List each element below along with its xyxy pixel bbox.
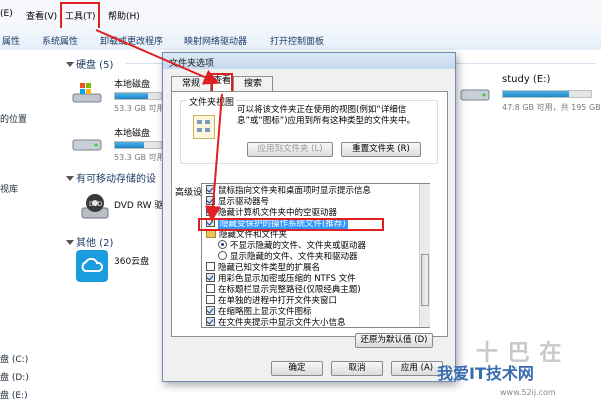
watermark-site-name: 我爱IT技术网 [437, 364, 534, 383]
option-full-path-title[interactable]: 在标题栏显示完整路径(仅限经典主题) [206, 284, 361, 296]
svg-text:DVD: DVD [89, 201, 103, 208]
radio-unselected[interactable] [218, 251, 227, 260]
tab-search[interactable]: 搜索 [233, 76, 273, 91]
annotation-box-hidden-files-option [198, 218, 384, 231]
drive-usage-bar [114, 92, 162, 100]
checkbox-checked[interactable] [206, 306, 215, 315]
toolbar-map-drive[interactable]: 映射网络驱动器 [184, 34, 247, 47]
ok-button[interactable]: 确定 [271, 361, 323, 376]
checkbox-checked[interactable] [206, 196, 215, 205]
apply-to-folders-button[interactable]: 应用到文件夹 (L) [247, 142, 333, 157]
scrollbar-thumb[interactable] [421, 254, 429, 306]
windows-drive-icon [72, 83, 102, 103]
collapse-chevron-icon[interactable] [66, 62, 74, 67]
toolbar-control-panel[interactable]: 打开控制面板 [270, 34, 324, 47]
nav-item-library[interactable]: 视库 [0, 182, 18, 195]
option-color-ntfs[interactable]: 用彩色显示加密或压缩的 NTFS 文件 [206, 273, 356, 285]
drive-name[interactable]: DVD RW 驱 [114, 198, 163, 211]
advanced-list-scrollbar[interactable] [419, 184, 430, 327]
toolbar-properties[interactable]: 属性 [2, 34, 20, 47]
toolbar-uninstall[interactable]: 卸载或更改程序 [100, 34, 163, 47]
dialog-title: 文件夹选项 [169, 59, 215, 69]
nav-item-drive-e[interactable]: 盘 (E:) [0, 388, 28, 401]
menu-view[interactable]: 查看(V) [26, 9, 57, 22]
drive-free-space: 53.3 GB 可用 [114, 104, 165, 113]
checkbox-unchecked[interactable] [206, 295, 215, 304]
section-title-other: 其他 (2) [76, 238, 114, 249]
reset-folders-button[interactable]: 重置文件夹 (R) [341, 142, 421, 157]
folder-view-description: 可以将该文件夹正在使用的视图(例如“详细信息”或“图标”)应用到所有这种类型的文… [237, 105, 416, 126]
section-title-hard-disks: 硬盘 (5) [76, 60, 114, 71]
drive-name[interactable]: study (E:) [502, 74, 550, 85]
option-dont-show-hidden[interactable]: 不显示隐藏的文件、文件夹或驱动器 [218, 240, 366, 252]
watermark-url: www.52ij.com [500, 388, 556, 397]
checkbox-checked[interactable] [206, 207, 215, 216]
drive-name[interactable]: 360云盘 [114, 254, 149, 267]
dvd-drive-icon: DVD [81, 194, 109, 219]
section-title-removable: 有可移动存储的设 [76, 174, 156, 185]
drive-usage-bar [502, 90, 592, 98]
radio-selected[interactable] [218, 240, 227, 249]
checkbox-unchecked[interactable] [206, 284, 215, 293]
drive-usage-bar [114, 141, 162, 149]
folder-view-icon [193, 115, 215, 139]
checkbox-unchecked[interactable] [206, 262, 215, 271]
option-show-hidden[interactable]: 显示隐藏的文件、文件夹和驱动器 [218, 251, 358, 263]
collapse-chevron-icon[interactable] [66, 176, 74, 181]
option-folder-tip-size[interactable]: 在文件夹提示中显示文件大小信息 [206, 317, 346, 327]
checkbox-checked[interactable] [206, 185, 215, 194]
cloud-drive-icon [76, 250, 108, 282]
apply-button[interactable]: 应用 (A) [391, 361, 443, 376]
checkbox-checked[interactable] [206, 317, 215, 326]
restore-defaults-button[interactable]: 还原为默认值 (D) [355, 333, 433, 348]
hard-drive-icon [72, 139, 102, 151]
option-show-tips[interactable]: 鼠标指向文件夹和桌面项时显示提示信息 [206, 185, 371, 197]
toolbar-system-properties[interactable]: 系统属性 [42, 34, 78, 47]
cancel-button[interactable]: 取消 [331, 361, 383, 376]
drive-free-space: 53.3 GB 可用 [114, 153, 165, 162]
menu-edit[interactable]: (E) [0, 9, 13, 19]
option-separate-process[interactable]: 在单独的进程中打开文件夹窗口 [206, 295, 337, 307]
nav-item-drive-d[interactable]: 盘 (D:) [0, 370, 29, 383]
collapse-chevron-icon[interactable] [66, 240, 74, 245]
navigation-pane: 的位置 视库 盘 (C:) 盘 (D:) 盘 (E:) [0, 50, 67, 402]
drive-free-space: 47.8 GB 可用，共 195 GB [502, 103, 601, 112]
drive-name[interactable]: 本地磁盘 [114, 126, 150, 139]
folder-options-dialog: 文件夹选项 常规 查看 搜索 文件夹视图 可以将该文件夹正在使用的视图(例如“详… [162, 52, 456, 382]
hard-drive-icon [460, 89, 490, 101]
advanced-settings-list: 鼠标指向文件夹和桌面项时显示提示信息 显示驱动器号 隐藏计算机文件夹中的空驱动器… [201, 183, 430, 328]
drive-name[interactable]: 本地磁盘 [114, 77, 150, 90]
tab-general[interactable]: 常规 [171, 76, 211, 91]
folder-view-group: 文件夹视图 可以将该文件夹正在使用的视图(例如“详细信息”或“图标”)应用到所有… [180, 95, 438, 164]
annotation-box-tools [60, 2, 100, 30]
folder-view-legend: 文件夹视图 [187, 95, 237, 108]
nav-item-drive-c[interactable]: 盘 (C:) [0, 352, 28, 365]
option-show-drive-letters[interactable]: 显示驱动器号 [206, 196, 269, 208]
command-bar: 属性 系统属性 卸载或更改程序 映射网络驱动器 打开控制面板 [0, 28, 601, 51]
checkbox-checked[interactable] [206, 273, 215, 282]
option-thumbnail-icons[interactable]: 在缩略图上显示文件图标 [206, 306, 312, 318]
option-hide-extensions[interactable]: 隐藏已知文件类型的扩展名 [206, 262, 320, 274]
nav-item-locations[interactable]: 的位置 [0, 112, 27, 125]
dialog-titlebar[interactable]: 文件夹选项 [163, 53, 455, 69]
option-hidden-files-group: 隐藏文件和文件夹 [206, 229, 287, 241]
menu-help[interactable]: 帮助(H) [108, 9, 140, 22]
